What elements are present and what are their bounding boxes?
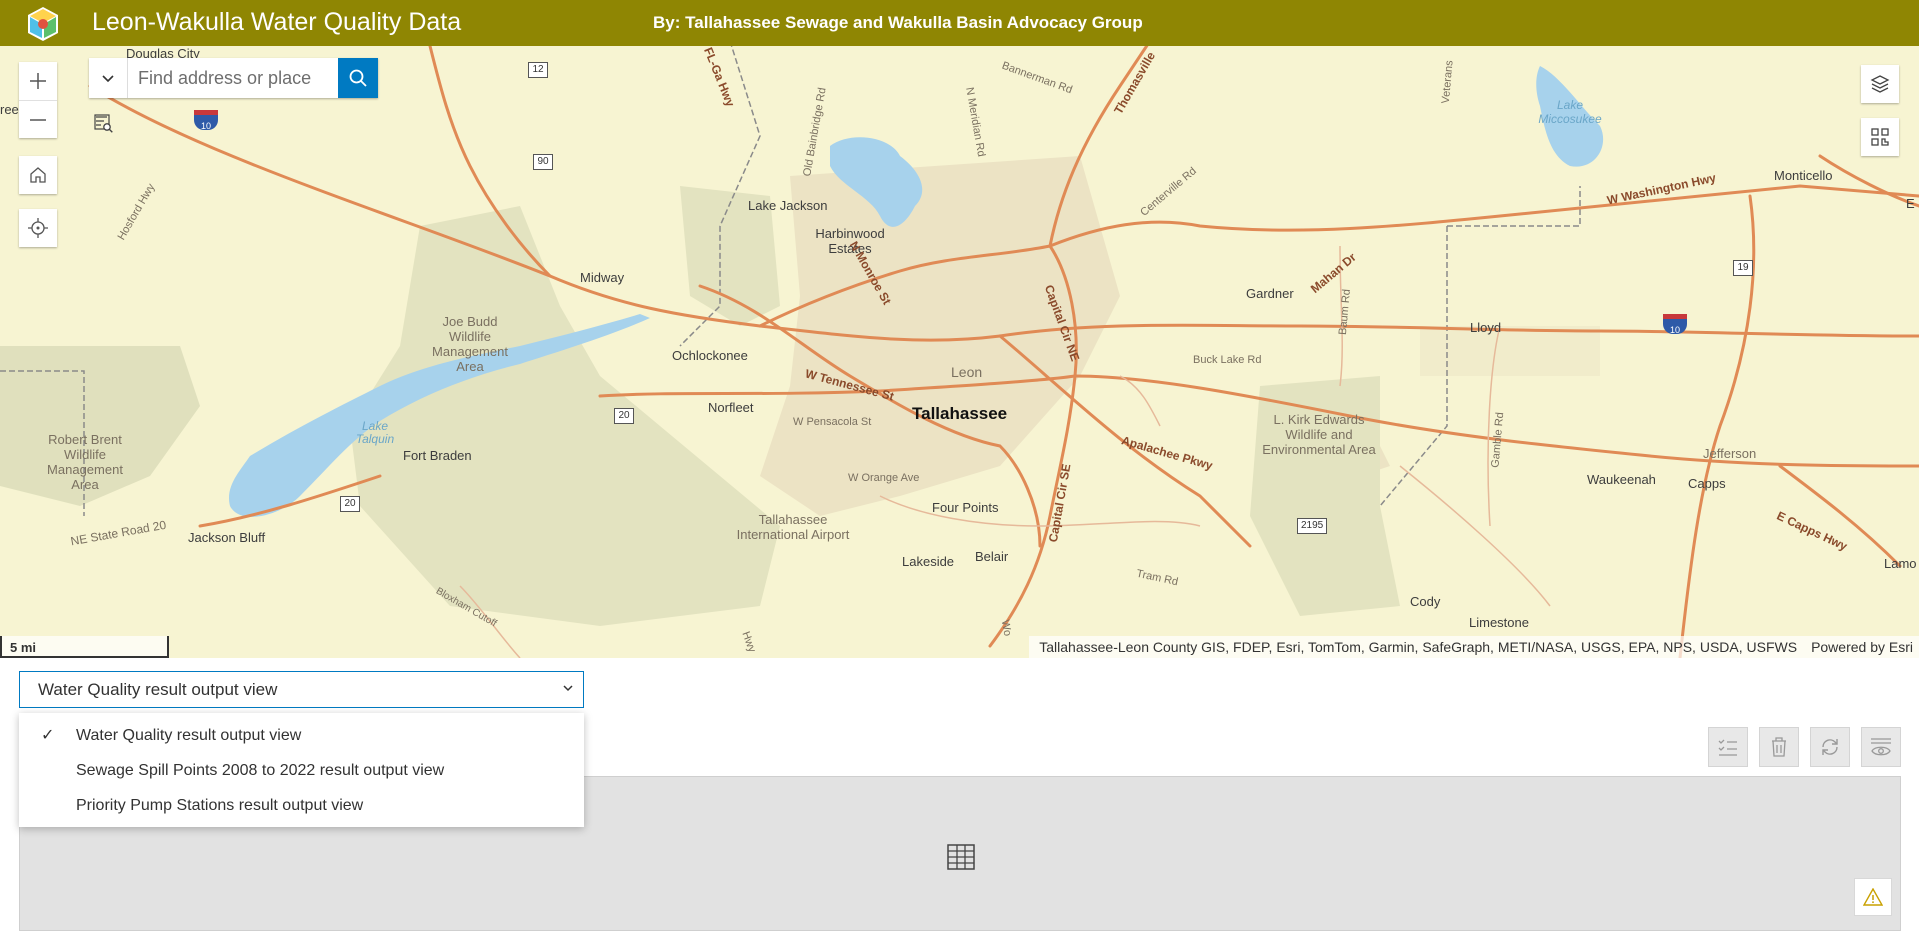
zoom-out-button[interactable]: [19, 100, 57, 138]
search-input[interactable]: [128, 58, 338, 98]
place-label-midway: Midway: [580, 270, 625, 285]
basemap: [0, 46, 1919, 658]
road-label-w-pensacola: W Pensacola St: [793, 416, 872, 428]
layers-control: [1861, 65, 1899, 103]
map-view[interactable]: Douglas City ree Lake Jackson Harbinwood…: [0, 46, 1919, 658]
place-label-ochlockonee: Ochlockonee: [672, 348, 748, 363]
route-shield-20a: 20: [614, 408, 634, 424]
locate-control: [19, 209, 57, 247]
menu-item-sewage-spill-points[interactable]: Sewage Spill Points 2008 to 2022 result …: [19, 753, 584, 788]
interstate-shield-10-west: 10: [194, 110, 218, 131]
checklist-icon: [1718, 739, 1737, 756]
output-view-selected: Water Quality result output view: [38, 680, 278, 699]
interstate-shield-10-east: 10: [1663, 314, 1687, 335]
place-label-limestone: Limestone: [1469, 615, 1529, 630]
table-icon: [947, 844, 975, 870]
app-logo-icon: [28, 7, 58, 41]
place-label-tallahassee-airport: Tallahassee International Airport: [736, 512, 850, 542]
trash-icon: [1772, 737, 1786, 757]
query-list-icon: [94, 114, 113, 133]
basemap-gallery-button[interactable]: [1861, 118, 1899, 156]
output-view-select[interactable]: Water Quality result output view: [19, 671, 584, 708]
map-attribution[interactable]: Tallahassee-Leon County GIS, FDEP, Esri,…: [1029, 636, 1919, 658]
menu-item-label: Sewage Spill Points 2008 to 2022 result …: [76, 762, 445, 779]
place-label-gardner: Gardner: [1246, 286, 1294, 301]
qr-grid-icon: [1871, 128, 1889, 146]
select-all-button[interactable]: [1708, 727, 1748, 767]
app-header: Leon-Wakulla Water Quality Data By: Tall…: [0, 0, 1919, 46]
place-label-capps: Capps: [1688, 476, 1726, 491]
warning-button[interactable]: [1854, 878, 1892, 916]
water-label-lake-talquin: Lake Talquin: [355, 419, 395, 446]
check-icon: ✓: [41, 727, 55, 744]
search-button[interactable]: [338, 58, 378, 98]
plus-icon: [30, 73, 46, 89]
search-icon: [349, 69, 367, 87]
place-label-fort-braden: Fort Braden: [403, 448, 472, 463]
zoom-controls: [19, 62, 57, 138]
place-label-jefferson: Jefferson: [1703, 446, 1757, 461]
chevron-down-icon: [563, 685, 573, 692]
layers-button[interactable]: [1861, 65, 1899, 103]
app-subtitle: By: Tallahassee Sewage and Wakulla Basin…: [653, 13, 1143, 32]
place-label-leon: Leon: [951, 364, 983, 380]
app-title: Leon-Wakulla Water Quality Data: [92, 8, 462, 36]
road-label-w-orange: W Orange Ave: [848, 472, 920, 484]
place-label-lake-jackson: Lake Jackson: [748, 198, 828, 213]
place-label-kirk-edwards-wea: L. Kirk Edwards Wildlife and Environment…: [1262, 412, 1376, 457]
menu-item-label: Water Quality result output view: [76, 727, 302, 744]
road-label-woodville: Wo: [998, 618, 1014, 638]
place-label-monticello: Monticello: [1774, 168, 1833, 183]
scale-bar: 5 mi: [0, 636, 169, 658]
route-shield-90: 90: [533, 154, 553, 170]
show-hide-columns-button[interactable]: [1861, 727, 1901, 767]
query-button[interactable]: [93, 113, 115, 135]
place-label-tallahassee: Tallahassee: [912, 404, 1008, 423]
refresh-button[interactable]: [1810, 727, 1850, 767]
attribution-text: Tallahassee-Leon County GIS, FDEP, Esri,…: [1039, 639, 1798, 655]
route-shield-19: 19: [1733, 260, 1753, 276]
place-label-norfleet: Norfleet: [708, 400, 754, 415]
home-icon: [30, 167, 46, 183]
place-label-jackson-bluff: Jackson Bluff: [188, 530, 266, 545]
table-toolbar: [1708, 727, 1901, 767]
place-label-lloyd: Lloyd: [1470, 320, 1502, 335]
water-label-lake-miccosukee: Lake Miccosukee: [1538, 98, 1602, 126]
refresh-icon: [1822, 739, 1838, 755]
layers-icon: [1870, 75, 1890, 93]
route-shield-12: 12: [528, 62, 548, 78]
powered-by-esri[interactable]: Powered by Esri: [1811, 639, 1913, 655]
crosshair-icon: [28, 218, 48, 238]
menu-item-priority-pump-stations[interactable]: Priority Pump Stations result output vie…: [19, 788, 584, 823]
road-label-buck-lake: Buck Lake Rd: [1193, 354, 1262, 366]
eye-list-icon: [1871, 738, 1891, 756]
place-label-edge-west: ree: [0, 102, 19, 117]
zoom-in-button[interactable]: [19, 62, 57, 100]
chevron-down-icon: [102, 75, 114, 83]
scale-label: 5 mi: [10, 640, 37, 655]
search-source-dropdown[interactable]: [89, 58, 128, 98]
place-label-cody: Cody: [1410, 594, 1441, 609]
menu-item-water-quality[interactable]: ✓ Water Quality result output view: [19, 718, 584, 753]
locate-button[interactable]: [19, 209, 57, 247]
home-control: [19, 156, 57, 194]
basemap-control: [1861, 118, 1899, 156]
search-widget: [89, 58, 378, 98]
home-button[interactable]: [19, 156, 57, 194]
output-view-menu: ✓ Water Quality result output view Sewag…: [19, 713, 584, 827]
route-shield-20b: 20: [340, 496, 360, 512]
place-label-lamont: Lamo: [1884, 556, 1917, 571]
minus-icon: [30, 118, 46, 121]
place-label-four-points: Four Points: [932, 500, 999, 515]
place-label-east-edge: E: [1906, 196, 1915, 211]
place-label-joe-budd-wma: Joe Budd Wildlife Management Area: [432, 314, 508, 374]
place-label-waukeenah: Waukeenah: [1587, 472, 1656, 487]
place-label-lakeside: Lakeside: [902, 554, 955, 569]
route-shield-2195: 2195: [1297, 518, 1328, 534]
menu-item-label: Priority Pump Stations result output vie…: [76, 797, 364, 814]
delete-button[interactable]: [1759, 727, 1799, 767]
place-label-belair: Belair: [975, 549, 1009, 564]
place-label-robert-brent-wma: Robert Brent Wildlife Management Area: [47, 432, 123, 492]
warning-icon: [1863, 888, 1883, 906]
